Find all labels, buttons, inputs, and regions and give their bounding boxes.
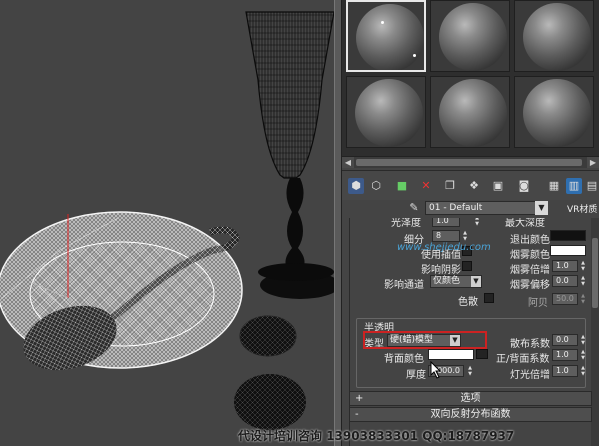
material-toolbar: ⬢ ⬡ ■ ✕ ❐ ❖ ▣ ◙ ▦ ▥ ▤ xyxy=(342,170,599,200)
abbe-label: 阿贝 xyxy=(528,298,548,309)
expand-icon: + xyxy=(355,393,364,404)
scatter-coeff-field[interactable]: 0.0 xyxy=(552,334,578,346)
collapse-icon: - xyxy=(355,409,359,420)
material-sphere xyxy=(355,79,423,147)
exit-color-label: 退出颜色 xyxy=(510,235,550,246)
fwd-bck-coeff-spinner[interactable]: ▲ ▼ xyxy=(579,349,587,361)
scatter-coeff-label: 散布系数 xyxy=(510,339,550,350)
glossiness-spinner[interactable]: ▲ ▼ xyxy=(473,218,481,227)
show-map-icon[interactable]: ▦ xyxy=(546,178,562,194)
copy-icon[interactable]: ❐ xyxy=(442,178,458,194)
scroll-thumb[interactable] xyxy=(356,159,582,166)
affect-channels-value: 仅颜色 xyxy=(433,276,461,286)
go-to-parent-icon[interactable]: ▤ xyxy=(584,178,599,194)
material-type-button[interactable]: VR材质 xyxy=(567,202,597,215)
material-editor: ◀ ▶ ⬢ ⬡ ■ ✕ ❐ ❖ ▣ ◙ ▦ ▥ ▤ ✎ 01 - Default… xyxy=(342,0,599,446)
show-result-icon[interactable]: ▥ xyxy=(566,178,582,194)
footer-watermark: 代设计培训咨询 13903833301 QQ:18787937 xyxy=(238,427,514,444)
fwd-bck-coeff-label: 正/背面系数 xyxy=(496,354,550,365)
chevron-down-icon: ▼ xyxy=(471,276,481,287)
glossiness-field[interactable]: 1.0 xyxy=(432,218,460,227)
affect-channels-dropdown[interactable]: 仅颜色 ▼ xyxy=(430,275,482,288)
affect-shadows-label: 影响阴影 xyxy=(421,265,461,276)
scroll-left-icon[interactable]: ◀ xyxy=(342,157,354,168)
mouse-cursor-icon xyxy=(430,361,442,379)
max-depth-label: 最大深度 xyxy=(505,218,545,229)
options-rollout-label: 选项 xyxy=(460,393,481,404)
fog-multiplier-label: 烟雾倍增 xyxy=(510,265,550,276)
viewport-perspective[interactable] xyxy=(0,0,340,446)
fog-bias-spinner[interactable]: ▲ ▼ xyxy=(579,275,587,287)
rollout-scroll-thumb[interactable] xyxy=(592,238,598,308)
unique-icon[interactable]: ❖ xyxy=(466,178,482,194)
material-name-bar: ✎ 01 - Default ▼ VR材质 xyxy=(342,200,599,216)
chevron-down-icon[interactable]: ▼ xyxy=(535,201,548,215)
subdivs-spinner[interactable]: ▲ ▼ xyxy=(461,230,469,242)
abbe-field[interactable]: 50.0 xyxy=(552,293,578,305)
back-color-map-button[interactable] xyxy=(476,349,488,359)
get-material-icon[interactable]: ⬢ xyxy=(348,178,364,194)
fog-bias-field[interactable]: 0.0 xyxy=(552,275,578,287)
back-color-label: 背面颜色 xyxy=(384,354,424,365)
material-sphere xyxy=(523,79,591,147)
fog-bias-label: 烟雾偏移 xyxy=(510,280,550,291)
material-sphere xyxy=(356,4,424,70)
fog-multiplier-field[interactable]: 1.0 xyxy=(552,260,578,272)
thickness-label: 厚度 xyxy=(406,370,426,381)
material-sphere xyxy=(439,3,507,71)
back-color-swatch[interactable] xyxy=(428,349,474,360)
put-to-scene-icon[interactable]: ⬡ xyxy=(368,178,384,194)
thickness-spinner[interactable]: ▲ ▼ xyxy=(466,365,474,377)
sample-slot-3[interactable] xyxy=(514,0,594,72)
dispersion-checkbox[interactable] xyxy=(484,293,494,303)
scatter-coeff-spinner[interactable]: ▲ ▼ xyxy=(579,334,587,346)
brdf-rollout-bar[interactable]: - 双向反射分布函数 xyxy=(349,407,592,422)
watermark-url: www.shejiedu.com xyxy=(397,242,491,253)
abbe-spinner[interactable]: ▲ ▼ xyxy=(579,293,587,305)
footer-prefix: 代设计培训咨询 xyxy=(238,429,323,443)
goblet-wireframe xyxy=(245,11,335,281)
fwd-bck-coeff-field[interactable]: 1.0 xyxy=(552,349,578,361)
assign-to-selection-icon[interactable]: ■ xyxy=(394,178,410,194)
material-name-field[interactable]: 01 - Default xyxy=(425,201,547,215)
dispersion-label: 色散 xyxy=(458,297,478,308)
sample-slot-6[interactable] xyxy=(514,76,594,148)
sample-slot-2[interactable] xyxy=(430,0,510,72)
sample-slot-4[interactable] xyxy=(346,76,426,148)
brdf-rollout-label: 双向反射分布函数 xyxy=(430,409,511,420)
footer-phone: 13903833301 xyxy=(326,429,419,443)
options-rollout-bar[interactable]: + 选项 xyxy=(349,391,592,406)
affect-shadows-checkbox[interactable] xyxy=(462,261,472,271)
glossiness-label: 光泽度 xyxy=(391,218,421,229)
slots-scrollbar[interactable]: ◀ ▶ xyxy=(342,156,599,168)
light-mult-spinner[interactable]: ▲ ▼ xyxy=(579,365,587,377)
sample-slot-5[interactable] xyxy=(430,76,510,148)
light-mult-field[interactable]: 1.0 xyxy=(552,365,578,377)
delete-icon[interactable]: ✕ xyxy=(418,178,434,194)
footer-qq: QQ:18787937 xyxy=(422,429,515,443)
eyedropper-icon[interactable]: ✎ xyxy=(405,200,423,216)
light-mult-label: 灯光倍增 xyxy=(510,370,550,381)
highlight-box xyxy=(363,331,487,349)
fog-color-label: 烟雾颜色 xyxy=(510,250,550,261)
put-to-library-icon[interactable]: ▣ xyxy=(490,178,506,194)
sample-slots xyxy=(342,0,599,156)
wireframe-scene xyxy=(0,11,340,430)
subdivs-field[interactable]: 8 xyxy=(432,230,460,242)
sample-slot-1[interactable] xyxy=(346,0,426,72)
material-sphere xyxy=(439,79,507,147)
material-sphere xyxy=(523,3,591,71)
fog-color-swatch[interactable] xyxy=(550,245,586,256)
scroll-right-icon[interactable]: ▶ xyxy=(587,157,599,168)
fog-multiplier-spinner[interactable]: ▲ ▼ xyxy=(579,260,587,272)
material-id-icon[interactable]: ◙ xyxy=(516,178,532,194)
viewport-divider[interactable] xyxy=(334,0,342,446)
affect-channels-label: 影响通道 xyxy=(384,280,424,291)
rollout-scrollbar[interactable] xyxy=(591,218,599,446)
exit-color-swatch[interactable] xyxy=(550,230,586,241)
